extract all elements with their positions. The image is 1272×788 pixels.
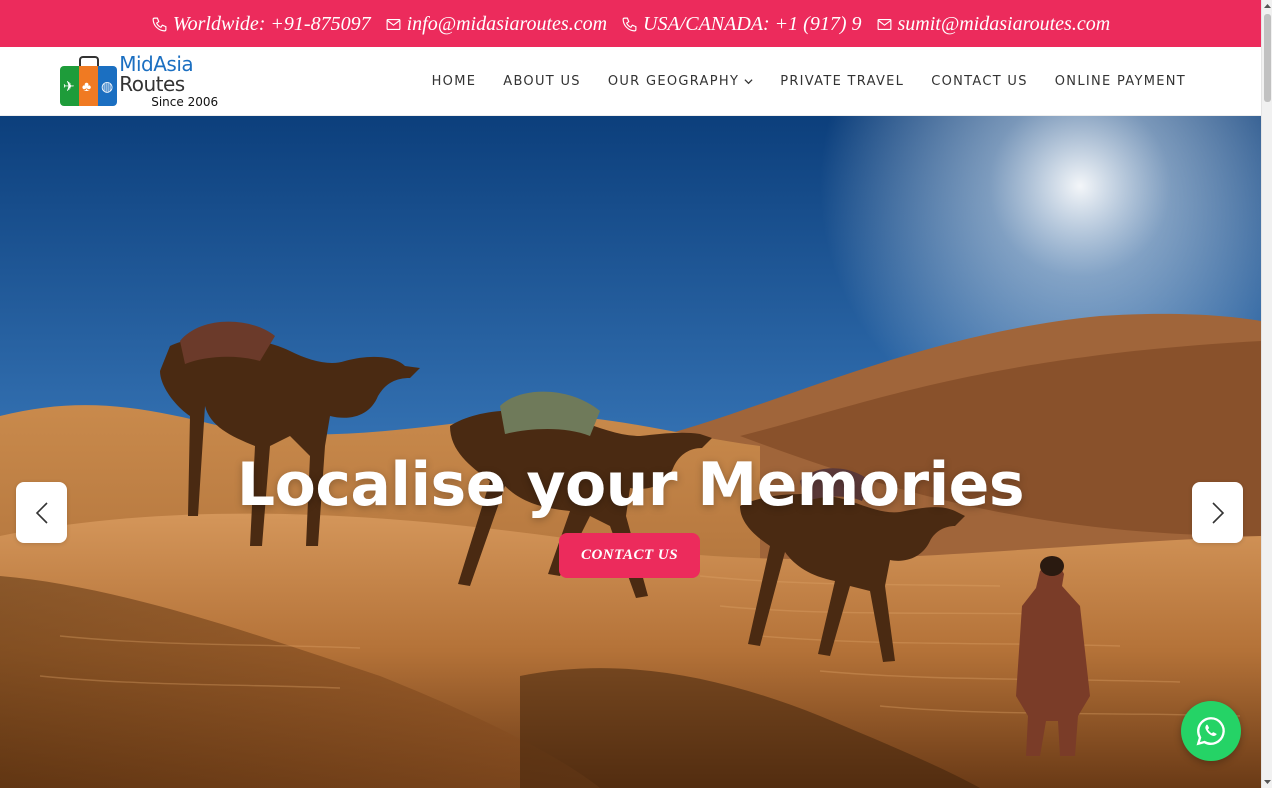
main-nav: HOME ABOUT US OUR GEOGRAPHY PRIVATE TRAV… xyxy=(432,47,1186,116)
whatsapp-icon xyxy=(1196,717,1225,746)
chevron-down-icon xyxy=(744,79,753,85)
contact-text: info@midasiaroutes.com xyxy=(406,13,608,35)
hero-slider: Localise your Memories CONTACT US xyxy=(0,116,1261,788)
suitcase-logo-icon: ✈ ♣ ◍ xyxy=(60,56,117,106)
scroll-down-arrow-icon[interactable] xyxy=(1264,778,1271,785)
nav-online-payment[interactable]: ONLINE PAYMENT xyxy=(1055,74,1186,89)
contact-text: USA/CANADA: +1 (917) 9 xyxy=(643,13,862,35)
slider-next-button[interactable] xyxy=(1192,482,1243,543)
page-scrollbar[interactable] xyxy=(1261,0,1272,788)
whatsapp-chat-button[interactable] xyxy=(1181,701,1241,761)
mail-icon xyxy=(386,18,401,31)
site-header: ✈ ♣ ◍ MidAsia Routes Since 2006 HOME ABO… xyxy=(0,47,1261,116)
hero-title: Localise your Memories xyxy=(236,450,1025,520)
logo-wordmark: MidAsia Routes xyxy=(119,52,194,96)
scroll-up-arrow-icon[interactable] xyxy=(1264,3,1271,10)
contact-worldwide-phone[interactable]: Worldwide: +91-875097 xyxy=(151,13,371,36)
top-contact-bar: Worldwide: +91-875097 info@midasiaroutes… xyxy=(0,0,1261,47)
hero-contact-us-button[interactable]: CONTACT US xyxy=(559,533,700,578)
contact-usa-phone[interactable]: USA/CANADA: +1 (917) 9 xyxy=(621,13,862,36)
nav-about-us[interactable]: ABOUT US xyxy=(503,74,581,89)
slider-prev-button[interactable] xyxy=(16,482,67,543)
mail-icon xyxy=(877,18,891,31)
nav-contact-us[interactable]: CONTACT US xyxy=(931,74,1028,89)
scrollbar-thumb[interactable] xyxy=(1264,14,1271,102)
nav-our-geography[interactable]: OUR GEOGRAPHY xyxy=(608,74,753,89)
chevron-right-icon xyxy=(1211,501,1224,524)
contact-text: sumit@midasiaroutes.com xyxy=(897,13,1111,35)
chevron-left-icon xyxy=(35,501,48,524)
contact-text: Worldwide: +91-875097 xyxy=(172,13,371,35)
contact-sumit-email[interactable]: sumit@midasiaroutes.com xyxy=(876,13,1111,36)
nav-private-travel[interactable]: PRIVATE TRAVEL xyxy=(780,74,904,89)
phone-icon xyxy=(152,17,167,32)
nav-home[interactable]: HOME xyxy=(432,74,477,89)
phone-icon xyxy=(622,17,637,32)
site-logo[interactable]: ✈ ♣ ◍ MidAsia Routes Since 2006 xyxy=(60,52,260,109)
contact-info-email[interactable]: info@midasiaroutes.com xyxy=(385,13,607,36)
logo-tagline: Since 2006 xyxy=(151,95,219,109)
